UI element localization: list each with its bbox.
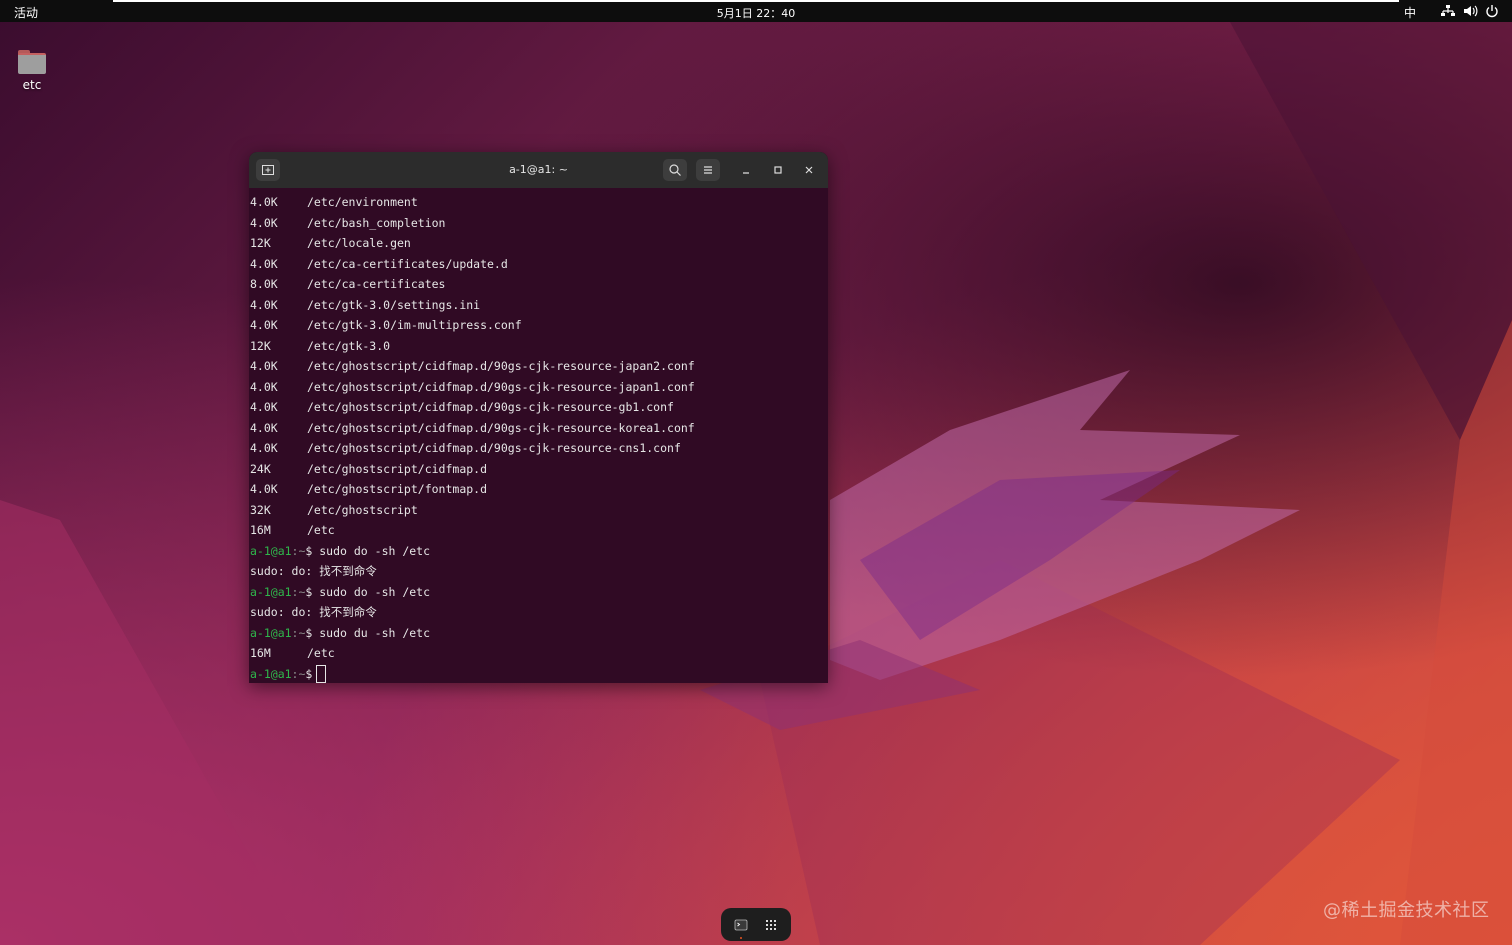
maximize-button[interactable] bbox=[769, 161, 787, 179]
clock[interactable]: 5月1日 22：40 bbox=[0, 5, 1512, 21]
folder-icon bbox=[18, 50, 46, 74]
desktop-icon-label: etc bbox=[22, 78, 42, 92]
error-line: sudo: do: 找不到命令 bbox=[250, 564, 377, 578]
output-line: 4.0K/etc/ghostscript/cidfmap.d/90gs-cjk-… bbox=[250, 420, 695, 435]
top-bar-highlight bbox=[113, 0, 1399, 2]
watermark: @稀土掘金技术社区 bbox=[1323, 900, 1490, 921]
dock-terminal-button[interactable] bbox=[732, 916, 750, 934]
output-line: 4.0K/etc/ghostscript/fontmap.d bbox=[250, 482, 488, 496]
close-icon bbox=[805, 166, 813, 174]
output-line: 8.0K/etc/ca-certificates bbox=[250, 277, 446, 291]
terminal-output[interactable]: 4.0K/etc/environment 4.0K/etc/bash_compl… bbox=[250, 192, 820, 683]
output-line: 4.0K/etc/ghostscript/cidfmap.d/90gs-cjk-… bbox=[250, 379, 695, 394]
search-icon bbox=[669, 164, 681, 176]
output-line: 4.0K/etc/ca-certificates/update.d bbox=[250, 256, 508, 271]
output-line: 16M/etc bbox=[250, 646, 335, 660]
desktop-icon-etc[interactable]: etc bbox=[12, 46, 52, 92]
error-line: sudo: do: 找不到命令 bbox=[250, 605, 377, 619]
output-line: 4.0K/etc/ghostscript/cidfmap.d/90gs-cjk-… bbox=[250, 441, 681, 455]
output-line: 32K/etc/ghostscript bbox=[250, 502, 418, 517]
minimize-button[interactable] bbox=[737, 161, 755, 179]
close-button[interactable] bbox=[800, 161, 818, 179]
output-line: 4.0K/etc/environment bbox=[250, 195, 418, 209]
volume-icon[interactable] bbox=[1462, 3, 1478, 19]
app-grid-icon bbox=[766, 920, 776, 930]
terminal-window[interactable]: a-1@a1: ~ 4.0K/etc/environment 4.0K /etc… bbox=[249, 152, 828, 683]
prompt-line: a-1@a1:~$ sudo do -sh /etc bbox=[250, 584, 431, 599]
text-cursor bbox=[316, 665, 327, 683]
clock-text[interactable]: 5月1日 22：40 bbox=[711, 7, 802, 20]
prompt-line[interactable]: a-1@a1:~$ bbox=[250, 664, 820, 683]
maximize-icon bbox=[774, 166, 782, 174]
running-indicator bbox=[740, 937, 742, 939]
input-method-indicator[interactable]: 中 bbox=[1404, 4, 1416, 21]
dock bbox=[721, 908, 791, 941]
prompt-line: a-1@a1:~$ sudo du -sh /etc bbox=[250, 625, 431, 640]
prompt-line: a-1@a1:~$ sudo do -sh /etc bbox=[250, 543, 431, 558]
power-icon[interactable] bbox=[1484, 3, 1500, 19]
output-line: 12K/etc/locale.gen bbox=[250, 236, 411, 250]
output-line: 24K/etc/ghostscript/cidfmap.d bbox=[250, 461, 488, 476]
output-line: 4.0K/etc/ghostscript/cidfmap.d/90gs-cjk-… bbox=[250, 359, 695, 373]
output-line: 4.0K/etc/gtk-3.0/settings.ini bbox=[250, 297, 481, 312]
search-button[interactable] bbox=[663, 159, 687, 181]
output-line: 16M/etc bbox=[250, 523, 335, 537]
output-line: 12K/etc/gtk-3.0 bbox=[250, 338, 391, 353]
desktop: 活动 5月1日 22：40 中 etc a-1@a1: ~ 4.0K /etc/… bbox=[0, 0, 1512, 945]
output-line: 4.0K/etc/bash_completion bbox=[250, 215, 446, 230]
menu-button[interactable] bbox=[696, 159, 720, 181]
minimize-icon bbox=[743, 172, 749, 174]
terminal-header[interactable]: a-1@a1: ~ bbox=[249, 152, 828, 188]
output-line: 4.0K/etc/ghostscript/cidfmap.d/90gs-cjk-… bbox=[250, 400, 674, 414]
network-icon[interactable] bbox=[1440, 3, 1456, 19]
top-bar: 活动 5月1日 22：40 中 bbox=[0, 0, 1512, 22]
output-line: 4.0K/etc/gtk-3.0/im-multipress.conf bbox=[250, 318, 522, 332]
menu-icon bbox=[704, 166, 712, 174]
terminal-icon bbox=[734, 919, 748, 931]
dock-app-grid-button[interactable] bbox=[762, 916, 780, 934]
